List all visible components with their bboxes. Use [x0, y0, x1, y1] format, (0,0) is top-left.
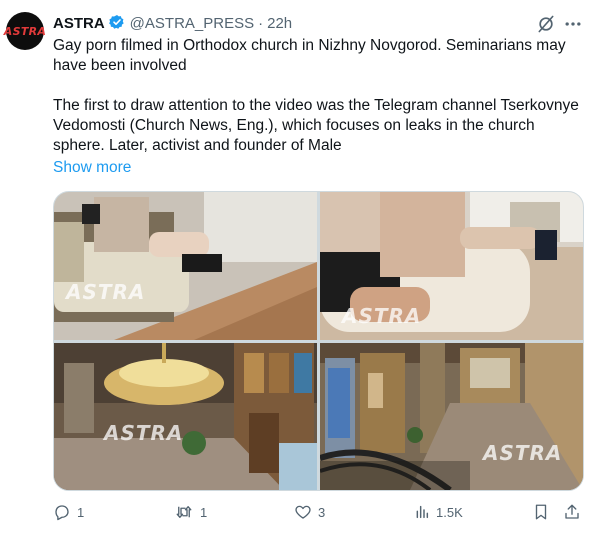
watermark: ASTRA — [483, 441, 563, 465]
account-handle[interactable]: @ASTRA_PRESS — [130, 15, 254, 32]
views-icon — [416, 505, 429, 519]
bookmark-button[interactable] — [532, 503, 556, 521]
repost-count: 1 — [200, 504, 208, 520]
tweet-timestamp[interactable]: 22h — [267, 15, 292, 32]
grok-icon[interactable] — [536, 14, 556, 34]
tweet-text: Gay porn filmed in Orthodox church in Ni… — [53, 36, 583, 156]
media-image-4[interactable]: ASTRA — [320, 343, 583, 490]
like-count: 3 — [318, 504, 326, 520]
tweet-paragraph-2: The first to draw attention to the video… — [53, 97, 579, 154]
show-more-link[interactable]: Show more — [53, 159, 131, 177]
media-grid: ASTRA ASTRA ASTRA ASTRA — [53, 191, 584, 491]
avatar[interactable]: ASTRA — [3, 12, 47, 50]
tweet[interactable]: ASTRA ASTRA @ASTRA_PRESS · 22h Gay porn … — [0, 0, 600, 537]
reply-button[interactable]: 1 — [53, 503, 84, 521]
bookmark-icon — [535, 504, 547, 520]
reply-count: 1 — [77, 504, 85, 520]
share-icon — [565, 504, 579, 519]
more-icon[interactable] — [563, 14, 583, 34]
views-button[interactable]: 1.5K — [414, 503, 463, 521]
share-button[interactable] — [563, 503, 587, 521]
watermark: ASTRA — [104, 421, 184, 445]
tweet-paragraph-1: Gay porn filmed in Orthodox church in Ni… — [53, 37, 566, 74]
watermark: ASTRA — [66, 280, 146, 304]
tweet-header: ASTRA @ASTRA_PRESS · 22h — [53, 12, 292, 34]
like-icon — [295, 505, 311, 519]
header-separator: · — [258, 14, 264, 32]
verified-badge-icon[interactable] — [108, 14, 125, 34]
media-image-2[interactable]: ASTRA — [320, 192, 583, 340]
views-count: 1.5K — [436, 504, 463, 520]
repost-button[interactable]: 1 — [174, 503, 207, 521]
watermark: ASTRA — [342, 304, 422, 328]
account-name[interactable]: ASTRA — [53, 15, 105, 32]
reply-icon — [55, 505, 69, 521]
avatar-logo-text: ASTRA — [3, 24, 47, 38]
tweet-actions-bar: 1 1 3 1.5K — [53, 503, 583, 525]
repost-icon — [176, 506, 192, 518]
media-image-1[interactable]: ASTRA — [54, 192, 317, 340]
media-image-3[interactable]: ASTRA — [54, 343, 317, 490]
like-button[interactable]: 3 — [294, 503, 325, 521]
